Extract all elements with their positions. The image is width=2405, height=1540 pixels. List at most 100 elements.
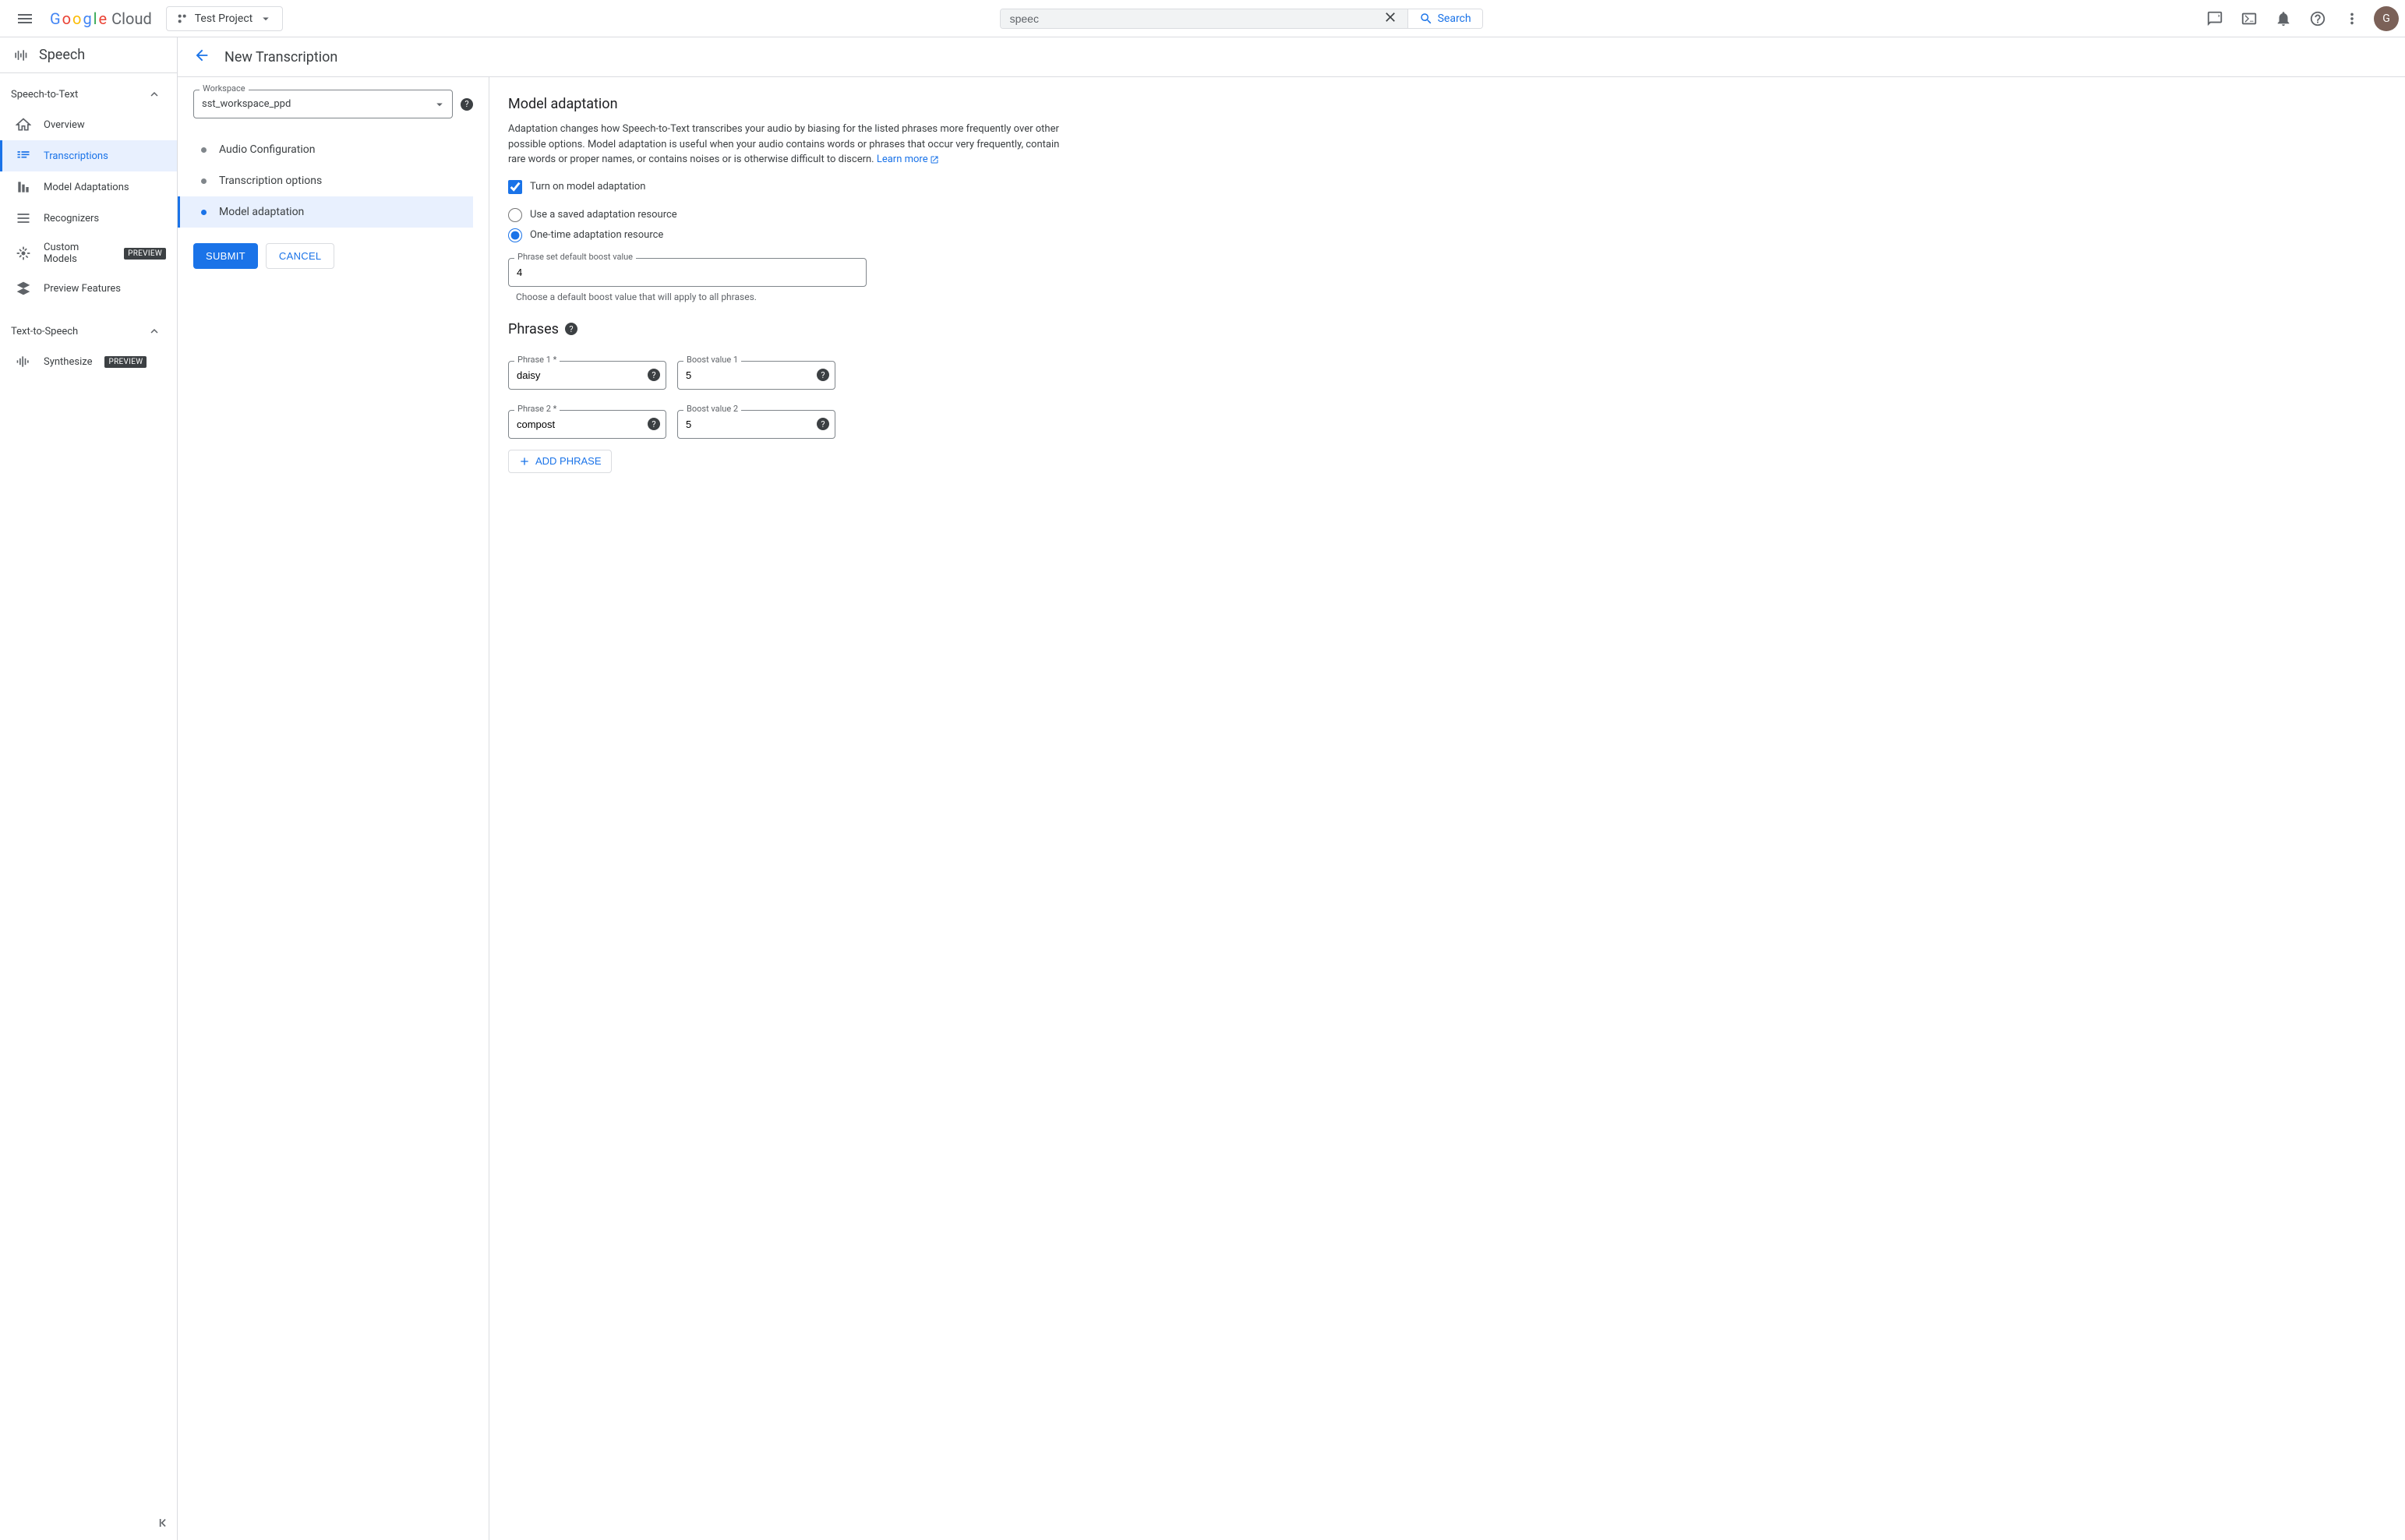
step-transcription-options[interactable]: Transcription options [193,165,473,196]
dropdown-caret-icon [259,12,273,26]
plus-icon [518,455,531,468]
add-phrase-button[interactable]: ADD PHRASE [508,450,612,473]
submit-button[interactable]: SUBMIT [193,243,258,269]
project-selector-button[interactable]: Test Project [166,6,283,31]
account-avatar-button[interactable]: G [2374,6,2399,31]
sidebar-item-recognizers[interactable]: Recognizers [0,203,177,234]
phrase-1-input[interactable] [508,361,666,390]
terminal-icon [2241,10,2258,27]
form-panel: Model adaptation Adaptation changes how … [489,77,1082,1540]
back-button[interactable] [193,47,210,67]
sidebar-item-label: Overview [44,119,85,131]
help-button[interactable] [2302,3,2333,34]
waveform-icon [16,354,31,369]
radio-onetime-input[interactable] [508,228,522,242]
hamburger-menu-button[interactable] [6,0,44,37]
step-dot-icon [201,210,207,215]
sidebar-item-overview[interactable]: Overview [0,109,177,140]
header-actions: G [2199,3,2399,34]
phrases-heading: Phrases ? [508,321,1063,337]
arrow-left-icon [193,47,210,64]
sidebar-collapse-button[interactable] [155,1515,171,1534]
sidebar-section-stt: Speech-to-Text Overview Transcriptions M… [0,73,177,310]
more-vert-icon [2343,10,2361,27]
adaptation-toggle-checkbox[interactable] [508,180,522,194]
boost-1-input[interactable] [677,361,835,390]
page-body: Speech Speech-to-Text Overview Transcrip… [0,37,2405,1540]
home-icon [16,117,31,132]
sidebar-item-synthesize[interactable]: Synthesize PREVIEW [0,346,177,377]
preview-badge: PREVIEW [104,356,147,368]
search-clear-button[interactable] [1383,9,1398,28]
workspace-select[interactable]: sst_workspace_ppd [193,90,453,118]
phrase-1-help-button[interactable]: ? [648,369,660,381]
default-boost-input[interactable] [508,258,867,287]
bell-icon [2275,10,2292,27]
phrase-2-help-button[interactable]: ? [648,418,660,430]
workspace-field: Workspace sst_workspace_ppd ? [193,90,473,118]
sidebar-item-label: Recognizers [44,213,99,224]
step-model-adaptation[interactable]: Model adaptation [178,196,473,228]
sidebar-item-transcriptions[interactable]: Transcriptions [0,140,177,171]
gemini-chat-button[interactable] [2199,3,2230,34]
project-icon [176,12,189,25]
learn-more-link[interactable]: Learn more [877,154,939,165]
phrase-1-label: Phrase 1 * [514,355,560,365]
sidebar-item-model-adaptations[interactable]: Model Adaptations [0,171,177,203]
help-circle-icon [2309,10,2326,27]
sidebar-item-label: Model Adaptations [44,182,129,193]
boost-1-help-button[interactable]: ? [817,369,829,381]
boost-1-label: Boost value 1 [683,355,741,365]
phrase-2-input[interactable] [508,410,666,439]
phrase-2-field: Phrase 2 * ? [508,410,666,439]
step-dot-icon [201,147,207,153]
radio-onetime-resource[interactable]: One-time adaptation resource [508,225,1063,245]
phrase-grid: Phrase 1 * ? Boost value 1 ? Phrase 2 * … [508,348,835,439]
search-icon [1419,12,1433,26]
close-icon [1383,9,1398,25]
sidebar-product-header[interactable]: Speech [0,37,177,73]
default-boost-field: Phrase set default boost value [508,258,867,287]
sidebar-item-custom-models[interactable]: Custom Models PREVIEW [0,234,177,273]
adaptation-toggle-row[interactable]: Turn on model adaptation [508,180,1063,194]
radio-saved-resource[interactable]: Use a saved adaptation resource [508,205,1063,225]
radio-saved-input[interactable] [508,208,522,222]
step-audio-configuration[interactable]: Audio Configuration [193,134,473,165]
search-button[interactable]: Search [1407,9,1482,28]
project-name: Test Project [195,12,253,25]
radio-saved-label: Use a saved adaptation resource [530,209,677,221]
phrases-title: Phrases [508,321,559,337]
sidebar-section-tts: Text-to-Speech Synthesize PREVIEW [0,310,177,383]
sidebar-section-stt-toggle[interactable]: Speech-to-Text [0,79,177,109]
search-input[interactable] [1010,12,1383,25]
sidebar-section-tts-toggle[interactable]: Text-to-Speech [0,316,177,346]
sidebar-item-preview-features[interactable]: Preview Features [0,273,177,304]
boost-2-input[interactable] [677,410,835,439]
content-body: Workspace sst_workspace_ppd ? Audio Conf… [178,77,2405,1540]
search-group: Search [1000,9,1483,29]
boost-2-help-button[interactable]: ? [817,418,829,430]
google-cloud-logo[interactable]: Google Cloud [50,9,152,28]
sidebar-item-label: Custom Models [44,242,111,265]
model-icon [16,245,31,261]
boost-2-field: Boost value 2 ? [677,410,835,439]
content-area: New Transcription Workspace sst_workspac… [178,37,2405,1540]
phrase-2-label: Phrase 2 * [514,404,560,414]
page-title: New Transcription [224,49,337,65]
workspace-help-button[interactable]: ? [461,98,473,111]
search-wrap: Search [289,9,2193,29]
step-label: Model adaptation [219,206,304,218]
steps-panel: Workspace sst_workspace_ppd ? Audio Conf… [178,77,489,1540]
sidebar-item-label: Transcriptions [44,150,108,162]
step-label: Audio Configuration [219,143,315,156]
phrases-help-button[interactable]: ? [565,323,577,335]
sidebar-item-label: Preview Features [44,283,121,295]
notifications-button[interactable] [2268,3,2299,34]
more-options-button[interactable] [2336,3,2368,34]
list-icon [16,210,31,226]
menu-icon [16,9,34,28]
adaptation-toggle-label: Turn on model adaptation [530,181,645,192]
cancel-button[interactable]: CANCEL [266,243,335,269]
boost-1-field: Boost value 1 ? [677,361,835,390]
cloud-shell-button[interactable] [2234,3,2265,34]
